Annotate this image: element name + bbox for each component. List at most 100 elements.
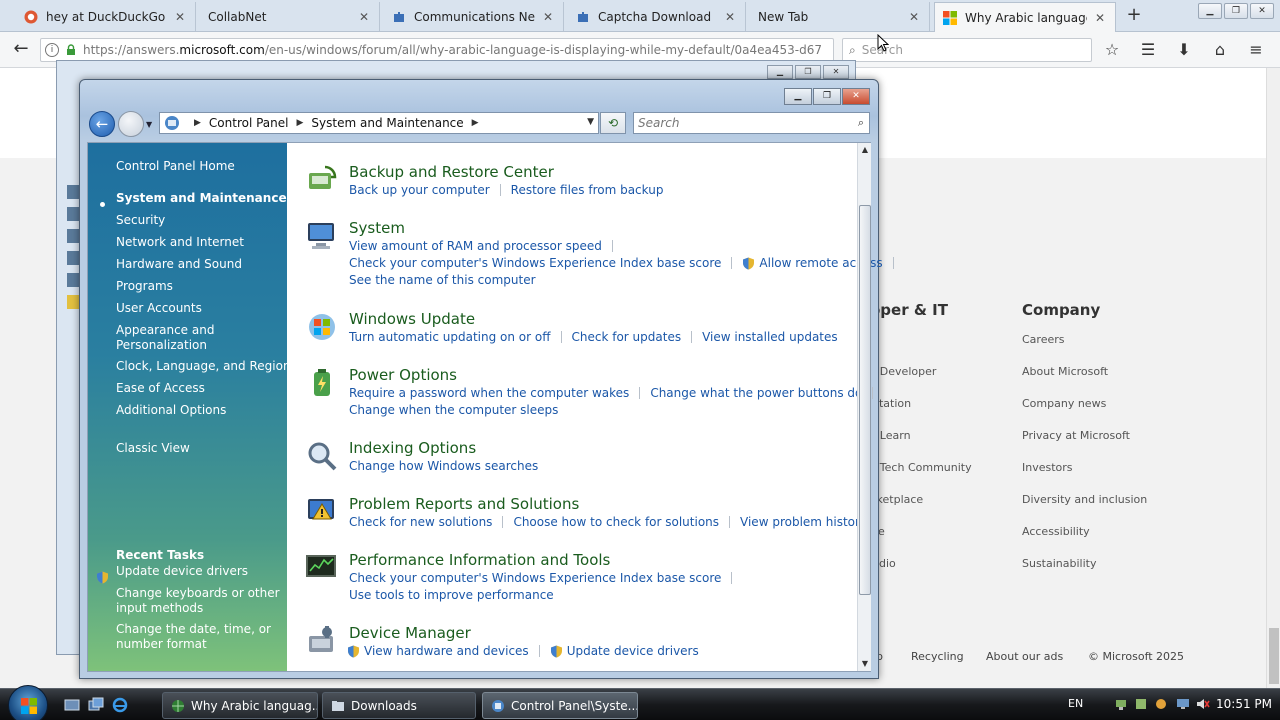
category-title[interactable]: System	[349, 219, 405, 237]
footer-link[interactable]: t Developer	[872, 365, 936, 378]
recent-task-date-time[interactable]: Change the date, time, or	[116, 622, 271, 637]
task-link[interactable]: Use tools to improve performance	[349, 588, 554, 602]
tab-new-tab[interactable]: New Tab ✕	[750, 2, 930, 31]
device-manager-icon[interactable]	[305, 624, 339, 658]
network-tray-icon[interactable]	[1114, 697, 1128, 711]
tab-close-icon[interactable]: ✕	[907, 10, 921, 24]
minimize-icon[interactable]: ▁	[767, 65, 793, 79]
category-title[interactable]: Problem Reports and Solutions	[349, 495, 579, 513]
task-link[interactable]: Check your computer's Windows Experience…	[349, 571, 721, 585]
history-dropdown-icon[interactable]: ▼	[146, 120, 152, 129]
address-bar[interactable]: ▶ Control Panel ▶ System and Maintenance…	[159, 112, 599, 134]
info-icon[interactable]: i	[45, 43, 59, 57]
footer-link[interactable]: Accessibility	[1022, 525, 1090, 538]
category-title[interactable]: Backup and Restore Center	[349, 163, 554, 181]
restore-icon[interactable]: ❐	[795, 65, 821, 79]
bookmark-star-icon[interactable]: ☆	[1100, 38, 1124, 62]
footer-link[interactable]: rketplace	[872, 493, 923, 506]
footer-link[interactable]: Company news	[1022, 397, 1106, 410]
footer-link[interactable]: Privacy at Microsoft	[1022, 429, 1130, 442]
tab-close-icon[interactable]: ✕	[173, 10, 187, 24]
sidebar-item-system-maintenance[interactable]: System and Maintenance	[116, 191, 287, 206]
task-link[interactable]: Restore files from backup	[511, 183, 664, 197]
task-link[interactable]: Check your computer's Windows Experience…	[349, 256, 721, 270]
footer-bottom-link[interactable]: About our ads	[986, 650, 1063, 663]
category-title[interactable]: Power Options	[349, 366, 457, 384]
sidebar-item-appearance-2[interactable]: Personalization	[116, 338, 207, 353]
problem-reports-icon[interactable]	[305, 495, 339, 529]
switch-windows-icon[interactable]	[88, 697, 104, 713]
refresh-icon[interactable]: ⟲	[600, 112, 626, 134]
task-link-with-shield[interactable]: View hardware and devices	[347, 644, 529, 658]
task-link-with-shield[interactable]: Update device drivers	[550, 644, 699, 658]
start-button[interactable]	[8, 685, 48, 720]
language-indicator[interactable]: EN	[1068, 697, 1083, 710]
sidebar-item-network[interactable]: Network and Internet	[116, 235, 244, 250]
maximize-icon[interactable]: ❐	[813, 88, 841, 105]
category-title[interactable]: Performance Information and Tools	[349, 551, 610, 569]
task-link[interactable]: Check for new solutions	[349, 515, 492, 529]
task-link[interactable]: View amount of RAM and processor speed	[349, 239, 602, 253]
sidebar-item-hardware[interactable]: Hardware and Sound	[116, 257, 242, 272]
show-desktop-icon[interactable]	[64, 697, 80, 713]
sidebar-item-classic-view[interactable]: Classic View	[116, 441, 190, 456]
taskbar-button-browser[interactable]: Why Arabic languag...	[162, 692, 318, 719]
recent-task-keyboards[interactable]: Change keyboards or other	[116, 586, 280, 601]
forward-arrow-icon[interactable]	[118, 111, 144, 137]
category-title[interactable]: Windows Update	[349, 310, 475, 328]
sidebar-item-programs[interactable]: Programs	[116, 279, 173, 294]
sidebar-item-security[interactable]: Security	[116, 213, 165, 228]
recent-task-keyboards-2[interactable]: input methods	[116, 601, 203, 616]
sidebar-item-home[interactable]: Control Panel Home	[116, 159, 235, 174]
footer-link[interactable]: Sustainability	[1022, 557, 1096, 570]
internet-explorer-icon[interactable]	[112, 697, 128, 713]
breadcrumb-separator-icon[interactable]: ▶	[472, 118, 479, 128]
download-icon[interactable]: ⬇	[1172, 38, 1196, 62]
task-link[interactable]: See the name of this computer	[349, 273, 536, 287]
minimize-icon[interactable]: ▁	[784, 88, 812, 105]
sidebar-item-clock[interactable]: Clock, Language, and Region	[116, 359, 291, 374]
footer-link[interactable]: Investors	[1022, 461, 1073, 474]
bookmarks-list-icon[interactable]: ☰	[1136, 38, 1160, 62]
close-icon[interactable]: ✕	[823, 65, 849, 79]
task-link[interactable]: Choose how to check for solutions	[513, 515, 719, 529]
security-tray-icon[interactable]	[1134, 697, 1148, 711]
address-dropdown-icon[interactable]: ▼	[587, 117, 594, 127]
task-link[interactable]: View problem history	[740, 515, 867, 529]
magnifier-icon[interactable]	[305, 439, 339, 473]
tab-close-icon[interactable]: ✕	[723, 10, 737, 24]
footer-link[interactable]: t Tech Community	[872, 461, 972, 474]
tab-collabnet[interactable]: CollabNet ✕	[200, 2, 380, 31]
tab-close-icon[interactable]: ✕	[357, 10, 371, 24]
system-computer-icon[interactable]	[305, 219, 339, 253]
search-icon[interactable]: ⌕	[858, 116, 864, 130]
breadcrumb-control-panel[interactable]: Control Panel	[209, 116, 289, 130]
page-scrollbar[interactable]	[1266, 68, 1280, 688]
task-link[interactable]: Check for updates	[572, 330, 682, 344]
scrollbar-thumb[interactable]	[859, 205, 871, 595]
sidebar-item-ease-of-access[interactable]: Ease of Access	[116, 381, 205, 396]
task-link[interactable]: Require a password when the computer wak…	[349, 386, 629, 400]
home-icon[interactable]: ⌂	[1208, 38, 1232, 62]
footer-bottom-link[interactable]: Recycling	[911, 650, 964, 663]
taskbar-button-control-panel[interactable]: Control Panel\Syste...	[482, 692, 638, 719]
task-link[interactable]: Change how Windows searches	[349, 459, 538, 473]
scroll-down-icon[interactable]: ▼	[858, 657, 872, 671]
tab-communications[interactable]: Communications Netw ✕	[384, 2, 564, 31]
tab-duckduckgo[interactable]: hey at DuckDuckGo ✕	[16, 2, 196, 31]
performance-monitor-icon[interactable]	[305, 551, 339, 585]
windows-update-icon[interactable]	[305, 310, 339, 344]
recent-task-date-time-2[interactable]: number format	[116, 637, 207, 652]
tab-captcha[interactable]: Captcha Download ✕	[568, 2, 746, 31]
sidebar-item-additional[interactable]: Additional Options	[116, 403, 226, 418]
updates-tray-icon[interactable]	[1154, 697, 1168, 711]
display-tray-icon[interactable]	[1176, 697, 1190, 711]
task-link[interactable]: Change when the computer sleeps	[349, 403, 558, 417]
category-title[interactable]: Indexing Options	[349, 439, 476, 457]
tab-close-icon[interactable]: ✕	[1093, 11, 1107, 25]
task-link[interactable]: View installed updates	[702, 330, 838, 344]
new-tab-button[interactable]: +	[1124, 4, 1144, 26]
close-icon[interactable]: ✕	[842, 88, 870, 105]
tab-why-arabic[interactable]: Why Arabic language i ✕	[934, 2, 1116, 32]
task-link[interactable]: Change what the power buttons do	[650, 386, 862, 400]
